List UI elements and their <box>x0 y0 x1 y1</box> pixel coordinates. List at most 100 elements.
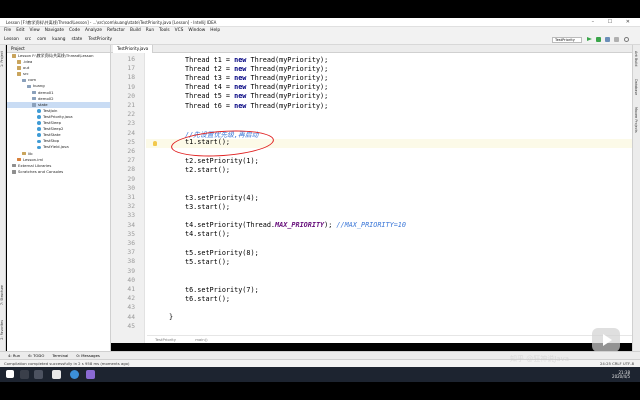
ant-build-label[interactable]: Ant Build <box>634 51 638 66</box>
code-line[interactable]: Thread t3 = new Thread(myPriority); <box>185 74 328 82</box>
code-line[interactable]: t5.start(); <box>185 258 230 266</box>
breadcrumb-item[interactable]: Lesson <box>4 37 19 42</box>
start-icon[interactable] <box>6 370 14 378</box>
breadcrumb-item[interactable]: com <box>37 37 46 42</box>
menu-analyze[interactable]: Analyze <box>85 28 102 33</box>
search-icon[interactable] <box>624 37 629 42</box>
line-number: 22 <box>127 111 135 119</box>
menu-view[interactable]: View <box>30 28 40 33</box>
browser-taskbar-icon[interactable] <box>70 370 79 379</box>
project-panel-header[interactable]: Project <box>7 45 110 53</box>
menu-help[interactable]: Help <box>210 28 220 33</box>
tool-window-button[interactable]: 0: Messages <box>76 353 100 358</box>
code-token: Thread t4 = <box>185 83 235 92</box>
system-tray[interactable]: 21:38 2020/4/5 <box>612 371 630 379</box>
breadcrumb-item[interactable]: state <box>71 37 82 42</box>
project-tool-label[interactable]: 1: Project <box>0 51 6 67</box>
maven-projects-label[interactable]: Maven Projects <box>634 107 638 133</box>
coverage-icon[interactable] <box>605 37 610 42</box>
menu-build[interactable]: Build <box>130 28 141 33</box>
line-number: 44 <box>127 313 135 321</box>
menu-window[interactable]: Window <box>188 28 205 33</box>
breadcrumb-item[interactable]: TestPriority <box>88 37 112 42</box>
keyword-token: new <box>234 55 247 64</box>
breadcrumb: Lesson src com kuang state TestPriority <box>4 37 118 42</box>
java-icon <box>37 145 41 150</box>
breadcrumb-item[interactable]: src <box>25 37 31 42</box>
menu-run[interactable]: Run <box>146 28 154 33</box>
hint-class[interactable]: TestPriority <box>155 337 176 342</box>
code-token: Thread t3 = <box>185 73 235 82</box>
line-number: 41 <box>127 286 135 293</box>
code-token: } <box>169 313 174 322</box>
tree-item-label: TestPriority.java <box>43 113 73 119</box>
line-number: 38 <box>127 258 135 266</box>
favorites-tool-label[interactable]: 2: Favorites <box>0 320 6 340</box>
lightbulb-icon[interactable] <box>153 141 157 146</box>
window-controls[interactable]: – ☐ ✕ <box>592 18 636 26</box>
code-line[interactable]: t4.start(); <box>185 230 230 238</box>
hint-method[interactable]: main() <box>195 337 207 342</box>
line-number: 36 <box>127 240 135 247</box>
tree-item-label: state <box>38 101 48 107</box>
navigation-bar: Lesson src com kuang state TestPriority TestP… <box>0 35 640 45</box>
stop-icon[interactable] <box>614 37 619 42</box>
menu-vcs[interactable]: VCS <box>175 28 184 33</box>
tree-item-label: Scratches and Consoles <box>18 168 64 174</box>
folder-icon <box>12 54 16 58</box>
code-line[interactable]: t4.setPriority(Thread.MAX_PRIORITY); //M… <box>185 221 406 229</box>
code-token: t3.setPriority(4); <box>185 193 259 202</box>
code-line[interactable]: t3.setPriority(4); <box>185 194 259 202</box>
debug-icon[interactable] <box>596 37 601 42</box>
keyword-token: new <box>234 92 247 101</box>
code-line[interactable]: } <box>169 313 173 321</box>
breadcrumb-item[interactable]: kuang <box>52 37 65 42</box>
code-line[interactable]: Thread t1 = new Thread(myPriority); <box>185 56 328 64</box>
idea-taskbar-icon[interactable] <box>52 370 61 379</box>
tab-testpriority[interactable]: TestPriority.java <box>113 45 154 53</box>
code-line[interactable]: t2.start(); <box>185 166 230 174</box>
code-line[interactable]: Thread t4 = new Thread(myPriority); <box>185 83 328 91</box>
tool-window-button[interactable]: 4: Run <box>8 353 20 358</box>
code-line[interactable]: t6.setPriority(7); <box>185 286 259 294</box>
code-line[interactable]: t5.setPriority(8); <box>185 249 259 257</box>
lib-icon <box>12 163 16 168</box>
tree-item-label: Lesson.iml <box>23 156 44 162</box>
tool-window-button[interactable]: 6: TODO <box>28 353 44 358</box>
menu-refactor[interactable]: Refactor <box>107 28 125 33</box>
menu-edit[interactable]: Edit <box>16 28 24 33</box>
code-line[interactable]: Thread t5 = new Thread(myPriority); <box>185 92 328 100</box>
database-label[interactable]: Database <box>634 79 638 95</box>
line-number: 20 <box>127 92 135 100</box>
code-token: Thread(myPriority); <box>246 64 329 73</box>
keyword-token: new <box>234 101 247 110</box>
structure-tool-label[interactable]: 7: Structure <box>0 285 6 305</box>
code-token: t2.setPriority(1); <box>185 156 259 165</box>
tree-item[interactable]: Scratches and Consoles <box>7 169 110 175</box>
code-line[interactable]: Thread t2 = new Thread(myPriority); <box>185 65 328 73</box>
line-number: 34 <box>127 221 135 229</box>
tool-window-button[interactable]: Terminal <box>52 353 68 358</box>
menu-code[interactable]: Code <box>69 28 80 33</box>
code-editor[interactable]: 16 Thread t1 = new Thread(myPriority); 17 T… <box>111 53 632 343</box>
line-number: 39 <box>127 267 135 275</box>
code-line[interactable]: t6.start(); <box>185 295 230 303</box>
code-line[interactable]: t3.start(); <box>185 203 230 211</box>
play-button[interactable] <box>592 328 620 352</box>
search-taskbar-icon[interactable] <box>20 370 29 379</box>
line-number: 37 <box>127 249 135 257</box>
tree-item-label: External Libraries <box>18 162 52 168</box>
run-icon[interactable] <box>587 37 592 41</box>
tree-item-label: lib <box>28 150 33 156</box>
menu-file[interactable]: File <box>4 28 11 33</box>
code-line[interactable]: t2.setPriority(1); <box>185 157 259 165</box>
code-token: t3.start(); <box>185 202 231 211</box>
java-icon <box>37 127 41 131</box>
menu-tools[interactable]: Tools <box>159 28 170 33</box>
code-line[interactable]: Thread t6 = new Thread(myPriority); <box>185 102 328 110</box>
line-number: 32 <box>127 203 135 211</box>
run-config-select[interactable]: TestPriority <box>552 37 582 43</box>
taskview-icon[interactable] <box>34 370 43 379</box>
app-taskbar-icon[interactable] <box>86 370 95 379</box>
menu-navigate[interactable]: Navigate <box>45 28 64 33</box>
